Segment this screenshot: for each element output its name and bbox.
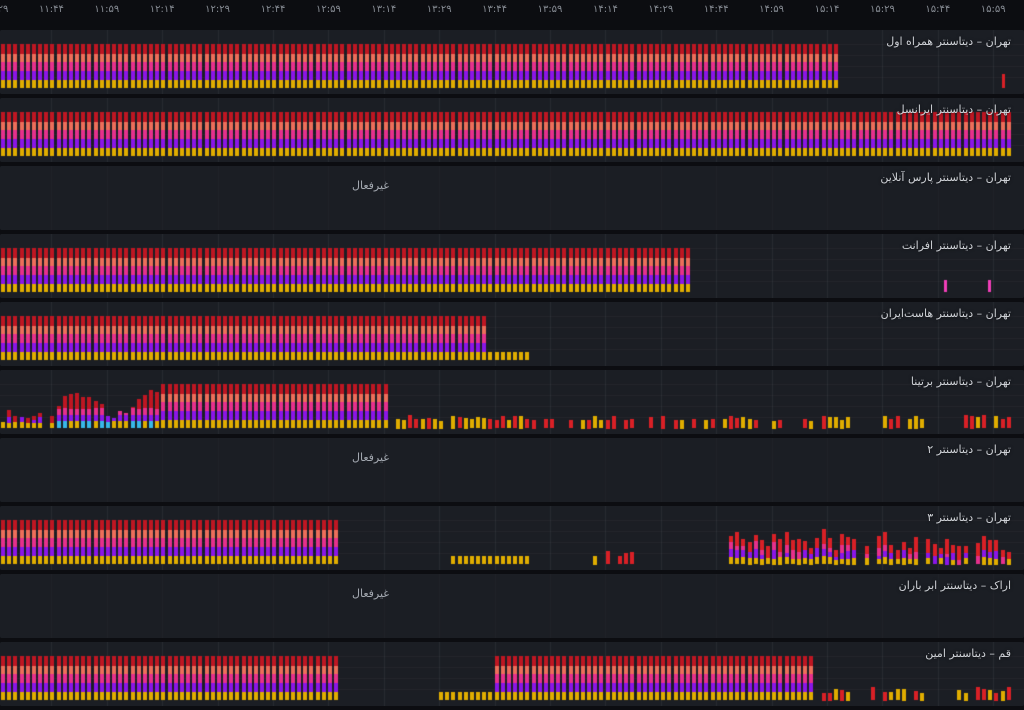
panel-datacenter-3: تهران – دیتاسنتر ۳ (0, 506, 1024, 570)
status-bars-canvas[interactable] (0, 506, 1024, 570)
panel-title: اراک – دیتاسنتر ابر باران (899, 579, 1011, 592)
time-tick-label: ۱۳:۵۹ (538, 4, 563, 15)
time-tick-label: ۱۴:۵۹ (759, 4, 784, 15)
status-bars-canvas[interactable] (0, 234, 1024, 298)
panel-datacenter-amin: قم – دیتاسنتر امین (0, 642, 1024, 706)
inactive-label: غیرفعال (352, 451, 389, 464)
time-tick-label: ۱۵:۱۴ (815, 4, 840, 15)
panel-title: تهران – دیتاسنتر همراه اول (886, 35, 1011, 48)
status-bars-canvas[interactable] (0, 438, 1024, 502)
panel-title: تهران – دیتاسنتر برتینا (911, 375, 1011, 388)
status-bars-canvas[interactable] (0, 302, 1024, 366)
time-tick-label: ۱۵:۵۹ (981, 4, 1006, 15)
status-bars-canvas[interactable] (0, 98, 1024, 162)
panel-list: تهران – دیتاسنتر همراه اول تهران – دیتاس… (0, 30, 1024, 710)
status-bars-canvas[interactable] (0, 574, 1024, 638)
panel-datacenter-bertina: تهران – دیتاسنتر برتینا (0, 370, 1024, 434)
panel-datacenter-2: تهران – دیتاسنتر ۲ غیرفعال (0, 438, 1024, 502)
time-tick-label: ۱۱:۵۹ (94, 4, 119, 15)
panel-datacenter-abrbaran: اراک – دیتاسنتر ابر باران غیرفعال (0, 574, 1024, 638)
time-tick-label: ۱۲:۱۴ (150, 4, 175, 15)
panel-title: تهران – دیتاسنتر ۲ (927, 443, 1011, 456)
time-tick-label: ۱۲:۲۹ (205, 4, 230, 15)
panel-datacenter-parsonline: تهران – دیتاسنتر پارس آنلاین غیرفعال (0, 166, 1024, 230)
panel-title: تهران – دیتاسنتر ۳ (927, 511, 1011, 524)
panel-datacenter-afranet: تهران – دیتاسنتر افرانت (0, 234, 1024, 298)
time-tick-label: ۱۲:۵۹ (316, 4, 341, 15)
panel-title: قم – دیتاسنتر امین (925, 647, 1011, 660)
panel-title: تهران – دیتاسنتر افرانت (902, 239, 1011, 252)
time-tick-label: ۱۴:۱۴ (593, 4, 618, 15)
panel-title: تهران – دیتاسنتر هاست‌ایران (881, 307, 1011, 320)
panel-title: تهران – دیتاسنتر پارس آنلاین (880, 171, 1011, 184)
panel-title: تهران – دیتاسنتر ایرانسل (897, 103, 1011, 116)
monitoring-dashboard: { "page": { "background": "#0c0d11", "pa… (0, 0, 1024, 709)
time-tick-label: ۱۴:۲۹ (648, 4, 673, 15)
status-bars-canvas[interactable] (0, 166, 1024, 230)
time-tick-label: ۱۳:۱۴ (371, 4, 396, 15)
panel-datacenter-irancell: تهران – دیتاسنتر ایرانسل (0, 98, 1024, 162)
time-tick-label: ۱۳:۴۴ (482, 4, 507, 15)
time-axis: ۱۱:۲۹ ۱۱:۴۴ ۱۱:۵۹ ۱۲:۱۴ ۱۲:۲۹ ۱۲:۴۴ ۱۲:۵۹ ۱۳:۱۴… (0, 0, 1024, 30)
status-bars-canvas[interactable] (0, 370, 1024, 434)
inactive-label: غیرفعال (352, 587, 389, 600)
inactive-label: غیرفعال (352, 179, 389, 192)
time-tick-label: ۱۳:۲۹ (427, 4, 452, 15)
status-bars-canvas[interactable] (0, 642, 1024, 706)
time-tick-label: ۱۱:۲۹ (0, 4, 8, 15)
panel-datacenter-hostiran: تهران – دیتاسنتر هاست‌ایران (0, 302, 1024, 366)
status-bars-canvas[interactable] (0, 30, 1024, 94)
panel-datacenter-hamrah-aval: تهران – دیتاسنتر همراه اول (0, 30, 1024, 94)
time-tick-label: ۱۵:۴۴ (925, 4, 950, 15)
time-tick-label: ۱۴:۴۴ (704, 4, 729, 15)
time-tick-label: ۱۲:۴۴ (261, 4, 286, 15)
time-tick-label: ۱۵:۲۹ (870, 4, 895, 15)
time-tick-label: ۱۱:۴۴ (39, 4, 64, 15)
